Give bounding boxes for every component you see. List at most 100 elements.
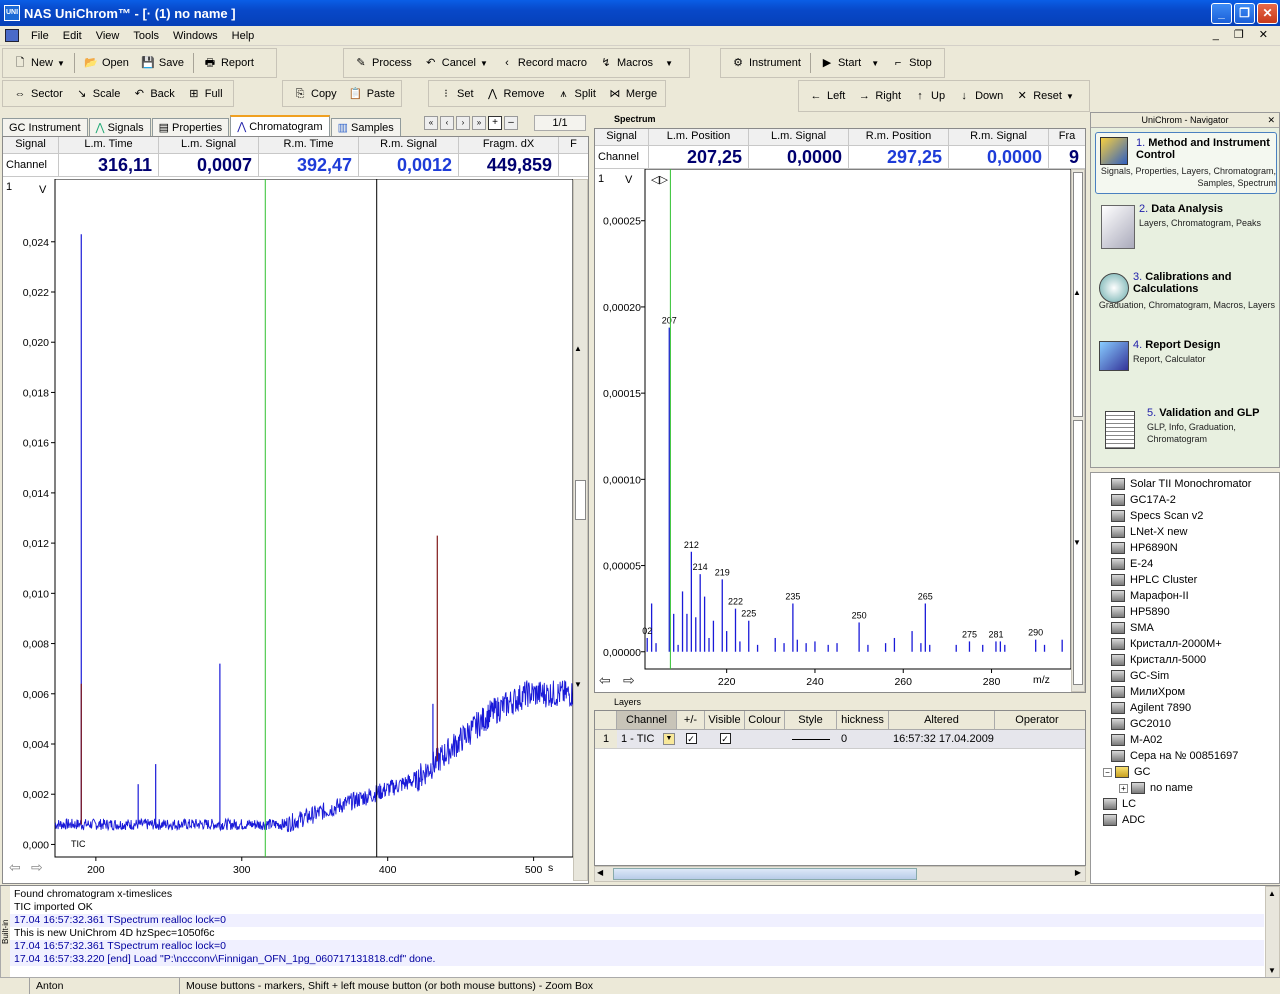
maximize-button[interactable]: ❐: [1234, 3, 1255, 24]
report-button[interactable]: 🖶 Report: [197, 52, 260, 74]
tree-item[interactable]: Кристалл-2000М+: [1103, 636, 1279, 652]
stop-button[interactable]: ⌐ Stop: [885, 52, 938, 74]
layers-hscroll-thumb[interactable]: [613, 868, 917, 880]
scale-button[interactable]: ↘ Scale: [69, 83, 127, 105]
layer-colour-swatch[interactable]: [745, 730, 785, 748]
tab-signals[interactable]: ⋀ Signals: [88, 118, 151, 136]
menu-windows[interactable]: Windows: [166, 30, 225, 42]
expand-icon[interactable]: −: [1103, 767, 1112, 777]
mdi-controls[interactable]: _ ❐ ✕: [1213, 28, 1274, 41]
paste-button[interactable]: 📋 Paste: [343, 83, 401, 105]
tree-item[interactable]: HP6890N: [1103, 540, 1279, 556]
add-page-button[interactable]: +: [488, 116, 502, 130]
cancel-button[interactable]: ↶ Cancel ▼: [418, 52, 494, 74]
tree-item[interactable]: HPLC Cluster: [1103, 572, 1279, 588]
left-button[interactable]: ← Left: [803, 85, 851, 107]
reset-button[interactable]: ✕ Reset ▼: [1009, 85, 1080, 107]
tree-item[interactable]: МилиХром: [1103, 684, 1279, 700]
tree-item[interactable]: SMA: [1103, 620, 1279, 636]
chrom-vscroll-up[interactable]: [575, 480, 586, 520]
close-button[interactable]: ✕: [1257, 3, 1278, 24]
menu-tools[interactable]: Tools: [126, 30, 166, 42]
prev-page-button[interactable]: ‹: [440, 116, 454, 130]
spec-scroll-down-icon[interactable]: ▼: [1073, 538, 1081, 547]
expand-icon[interactable]: +: [1119, 783, 1128, 793]
hscroll-right-icon[interactable]: ▶: [1075, 868, 1081, 877]
instrument-button[interactable]: ⚙ Instrument: [725, 52, 807, 74]
tree-item[interactable]: GC17A-2: [1103, 492, 1279, 508]
tree-item[interactable]: М-A02: [1103, 732, 1279, 748]
nav-method-instrument[interactable]: 1. Method and Instrument Control Signals…: [1095, 132, 1277, 194]
layer-style-line[interactable]: [785, 730, 837, 748]
macros-button[interactable]: ↯ Macros ▼: [593, 52, 679, 74]
scroll-up-arrow-icon[interactable]: ▲: [574, 344, 582, 353]
right-button[interactable]: → Right: [851, 85, 907, 107]
last-page-button[interactable]: »: [472, 116, 486, 130]
tree-item[interactable]: Кристалл-5000: [1103, 652, 1279, 668]
remove-button[interactable]: ⋀ Remove: [480, 83, 551, 105]
tree-item[interactable]: Specs Scan v2: [1103, 508, 1279, 524]
tree-item[interactable]: LC: [1103, 796, 1279, 812]
tree-item[interactable]: GC2010: [1103, 716, 1279, 732]
layers-hscroll[interactable]: ◀ ▶: [594, 866, 1086, 882]
tree-item[interactable]: + no name: [1103, 780, 1279, 796]
tab-chromatogram[interactable]: ⋀ Chromatogram: [230, 115, 330, 136]
minimize-button[interactable]: _: [1211, 3, 1232, 24]
down-button[interactable]: ↓ Down: [951, 85, 1009, 107]
back-button[interactable]: ↶ Back: [126, 83, 180, 105]
navigator-close-icon[interactable]: ✕: [1267, 113, 1275, 127]
set-button[interactable]: ⁝ Set: [433, 83, 480, 105]
tab-gc-instrument[interactable]: GC Instrument: [2, 118, 88, 136]
log-vscroll[interactable]: ▲ ▼: [1265, 886, 1280, 978]
nav-report-design[interactable]: 4. Report Design Report, Calculator: [1095, 337, 1277, 387]
nav-data-analysis[interactable]: 2. Data Analysis Layers, Chromatogram, P…: [1095, 201, 1277, 261]
tree-item[interactable]: Сера на № 00851697: [1103, 748, 1279, 764]
tab-properties[interactable]: ▤ Properties: [151, 118, 230, 136]
layers-row[interactable]: 1 1 - TIC ▼ ✓ ✓ 0 16:57:32 17.04.2009: [595, 730, 1085, 749]
save-button[interactable]: 💾 Save: [135, 52, 190, 74]
spec-pan-left-icon[interactable]: ⇦: [599, 672, 611, 689]
app-icon[interactable]: UNI: [4, 5, 20, 21]
open-button[interactable]: 📂 Open: [78, 52, 135, 74]
log-scroll-up-icon[interactable]: ▲: [1268, 889, 1276, 898]
pan-left-icon[interactable]: ⇦: [9, 859, 21, 876]
spec-scroll-up-icon[interactable]: ▲: [1073, 288, 1081, 297]
chromatogram-chart[interactable]: V 0,000 0,002 0,004 0,006 0,008 0,010 0,012 0,01…: [3, 179, 573, 881]
split-button[interactable]: ⩚ Split: [550, 83, 601, 105]
menu-edit[interactable]: Edit: [56, 30, 89, 42]
spectrum-vscroll-thumb2[interactable]: [1073, 420, 1083, 685]
doc-icon[interactable]: [5, 29, 19, 42]
chevron-down-icon[interactable]: ▼: [663, 733, 675, 745]
layer-plusminus-checkbox[interactable]: ✓: [677, 730, 705, 748]
tree-item[interactable]: LNet-X new: [1103, 524, 1279, 540]
spectrum-chart[interactable]: V ◁▷ 0,00000 0,00005 0,00010 0,00015 0,00020 0,…: [595, 169, 1071, 692]
start-button[interactable]: ▶ Start ▼: [814, 52, 885, 74]
process-button[interactable]: ✎ Process: [348, 52, 418, 74]
nav-validation-glp[interactable]: 5. Validation and GLP GLP, Info, Graduat…: [1095, 405, 1277, 465]
nav-calibrations[interactable]: 3. Calibrations and Calculations Graduat…: [1095, 269, 1277, 329]
record-macro-button[interactable]: ‹ Record macro: [494, 52, 593, 74]
tree-item[interactable]: Agilent 7890: [1103, 700, 1279, 716]
pan-right-icon[interactable]: ⇨: [31, 859, 43, 876]
tab-samples[interactable]: ▥ Samples: [330, 118, 401, 136]
log-scroll-down-icon[interactable]: ▼: [1268, 966, 1276, 975]
full-button[interactable]: ⊞ Full: [181, 83, 229, 105]
remove-page-button[interactable]: –: [504, 116, 518, 130]
menu-view[interactable]: View: [89, 30, 127, 42]
sector-button[interactable]: ⇔ Sector: [7, 83, 69, 105]
menu-help[interactable]: Help: [225, 30, 262, 42]
tree-item[interactable]: Марафон-II: [1103, 588, 1279, 604]
tree-item[interactable]: Solar TII Monochromator: [1103, 476, 1279, 492]
chrom-vscroll[interactable]: ▲ ▼: [573, 179, 588, 881]
spec-pan-right-icon[interactable]: ⇨: [623, 672, 635, 689]
layer-channel-select[interactable]: 1 - TIC ▼: [617, 730, 677, 748]
tree-item[interactable]: HP5890: [1103, 604, 1279, 620]
menu-file[interactable]: File: [24, 30, 56, 42]
scroll-down-arrow-icon[interactable]: ▼: [574, 680, 582, 689]
merge-button[interactable]: ⋈ Merge: [602, 83, 663, 105]
first-page-button[interactable]: «: [424, 116, 438, 130]
tree-item[interactable]: E-24: [1103, 556, 1279, 572]
spectrum-vscroll[interactable]: ▲ ▼: [1071, 169, 1085, 692]
layer-thickness[interactable]: 0: [837, 730, 889, 748]
new-button[interactable]: 🗋 New ▼: [7, 52, 71, 74]
